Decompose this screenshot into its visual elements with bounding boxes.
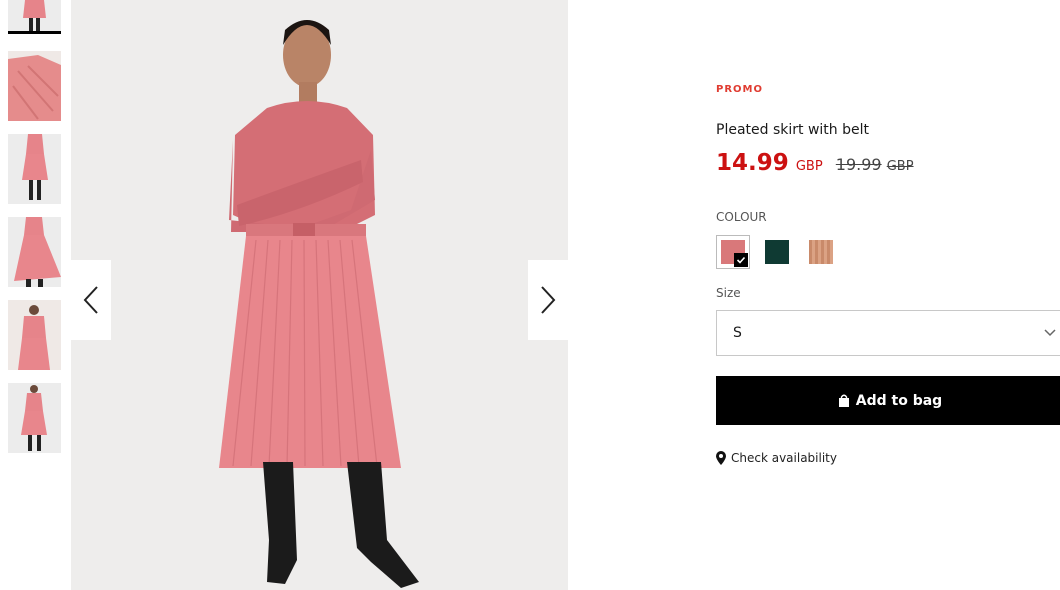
old-price: 19.99: [835, 155, 882, 174]
bag-icon: [838, 394, 849, 407]
swatch-pink[interactable]: [716, 235, 750, 269]
next-image-button[interactable]: [528, 260, 568, 340]
product-title: Pleated skirt with belt: [716, 122, 869, 138]
thumbnail-3[interactable]: [8, 134, 61, 204]
thumbnail-6[interactable]: [8, 383, 61, 453]
size-selected-value: S: [733, 325, 742, 341]
chevron-down-icon: [1044, 329, 1056, 337]
swatch-dark-green-fill: [765, 240, 789, 264]
thumbnail-strip: [8, 0, 61, 466]
size-select[interactable]: S: [716, 310, 1060, 356]
thumbnail-4[interactable]: [8, 217, 61, 287]
chevron-right-icon: [541, 286, 556, 314]
thumbnail-1[interactable]: [8, 0, 61, 34]
size-label: Size: [716, 286, 741, 300]
product-image: [71, 0, 568, 590]
add-to-bag-button[interactable]: Add to bag: [716, 376, 1060, 425]
colour-label: COLOUR: [716, 210, 767, 224]
old-currency: GBP: [886, 159, 914, 174]
swatch-copper-fill: [809, 240, 833, 264]
swatch-copper[interactable]: [804, 235, 838, 269]
current-price: 14.99: [716, 150, 789, 176]
colour-swatches: [716, 235, 838, 269]
promo-badge: PROMO: [716, 84, 763, 95]
chevron-left-icon: [83, 286, 98, 314]
current-currency: GBP: [795, 159, 823, 174]
check-availability-link[interactable]: Check availability: [716, 451, 837, 465]
previous-image-button[interactable]: [71, 260, 111, 340]
swatch-dark-green[interactable]: [760, 235, 794, 269]
thumbnail-5[interactable]: [8, 300, 61, 370]
check-availability-label: Check availability: [731, 451, 837, 465]
model-photo: [71, 0, 568, 590]
check-icon: [734, 253, 748, 267]
location-pin-icon: [716, 451, 726, 465]
thumbnail-2[interactable]: [8, 51, 61, 121]
add-to-bag-label: Add to bag: [855, 392, 943, 409]
price-block: 14.99 GBP 19.99 GBP: [716, 150, 914, 176]
